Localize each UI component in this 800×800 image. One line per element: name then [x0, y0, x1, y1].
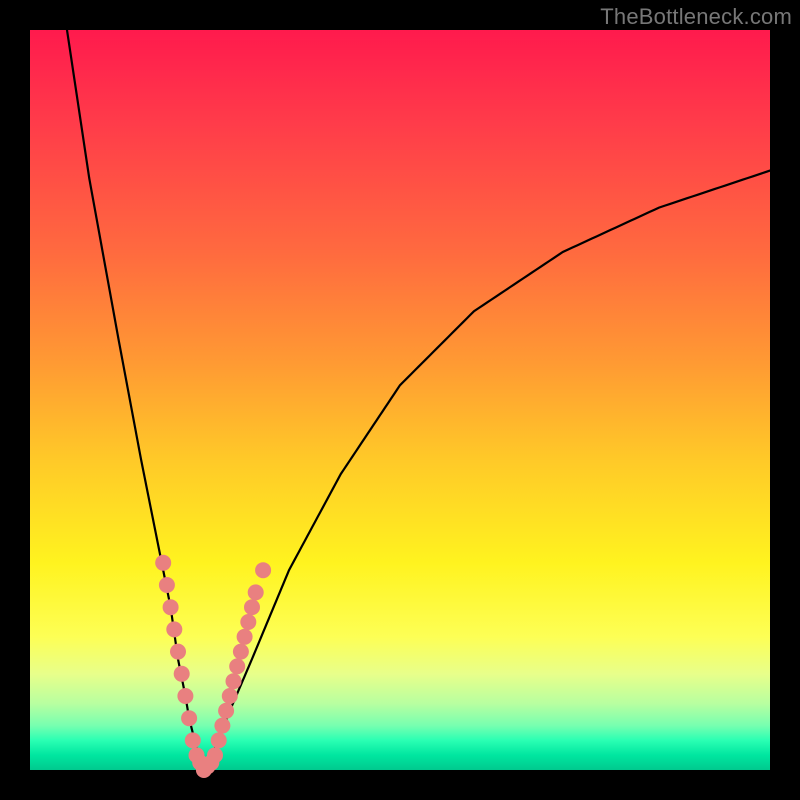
data-point — [170, 644, 186, 660]
curve-left-branch — [67, 30, 204, 770]
data-point — [155, 555, 171, 571]
data-point — [214, 718, 230, 734]
watermark-text: TheBottleneck.com — [600, 4, 792, 30]
data-point — [163, 599, 179, 615]
data-point — [240, 614, 256, 630]
chart-svg — [30, 30, 770, 770]
data-point — [166, 621, 182, 637]
data-point — [248, 584, 264, 600]
data-point — [226, 673, 242, 689]
data-point — [237, 629, 253, 645]
data-point — [222, 688, 238, 704]
plot-area — [30, 30, 770, 770]
dot-layer — [155, 555, 271, 778]
data-point — [233, 644, 249, 660]
data-point — [185, 732, 201, 748]
curve-layer — [67, 30, 770, 770]
data-point — [229, 658, 245, 674]
curve-right-branch — [204, 171, 770, 770]
chart-frame: TheBottleneck.com — [0, 0, 800, 800]
data-point — [174, 666, 190, 682]
data-point — [211, 732, 227, 748]
data-point — [244, 599, 260, 615]
data-point — [177, 688, 193, 704]
data-point — [159, 577, 175, 593]
data-point — [218, 703, 234, 719]
data-point — [255, 562, 271, 578]
data-point — [181, 710, 197, 726]
data-point — [207, 747, 223, 763]
